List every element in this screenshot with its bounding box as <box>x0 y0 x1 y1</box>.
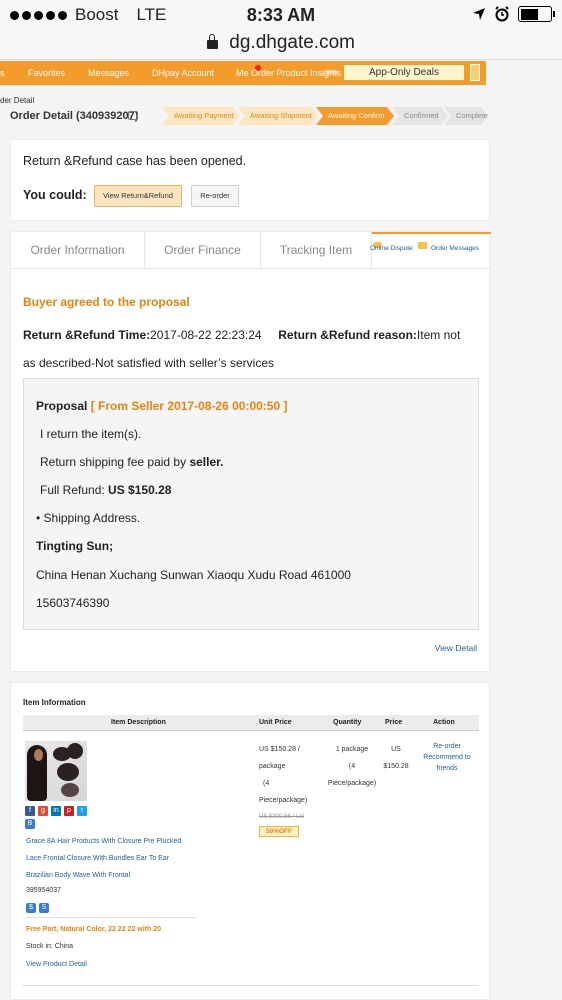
proposal-heading: Proposal [ From Seller 2017-08-26 00:00:… <box>36 399 287 413</box>
step-confirmed: Confirmed <box>392 107 448 125</box>
tab-order-information[interactable]: Order Information <box>11 232 145 269</box>
lock-icon <box>207 33 218 49</box>
page-title: Order Detail (340939207) <box>10 110 139 122</box>
quantity: 1 package (4 Piece/package) <box>327 746 377 787</box>
battery-icon <box>518 6 555 22</box>
refund-reason-value: Item not <box>416 328 461 342</box>
app-only-deals-button[interactable]: App-Only Deals <box>344 65 464 80</box>
facebook-icon[interactable]: f <box>25 806 35 816</box>
total-price: US $150.28 <box>383 746 409 770</box>
recipient-name: Tingting Sun; <box>36 539 114 553</box>
item-reorder-link[interactable]: Re-order <box>419 741 475 752</box>
nav-item-home[interactable]: s <box>0 68 5 78</box>
you-could-label: You could: <box>23 188 87 202</box>
twitter-icon[interactable]: t <box>77 806 87 816</box>
proposal-line-address-title: • Shipping Address. <box>36 511 141 525</box>
nav-item-messages[interactable]: Messages <box>88 68 129 78</box>
view-return-refund-button[interactable]: View Return&Refund <box>94 185 182 207</box>
tab-online-dispute[interactable]: Online Dispute <box>370 245 413 252</box>
refund-status: Buyer agreed to the proposal <box>23 295 190 309</box>
dollar-badge-icon: $ <box>26 903 36 913</box>
fee-payer: seller. <box>189 455 224 469</box>
location-icon <box>473 8 485 20</box>
proposal-line-shipping-fee: Return shipping fee paid by seller. <box>40 455 224 469</box>
print-icon[interactable] <box>128 111 138 120</box>
unit-price: US $150.28 / package (4 Piece/package) U… <box>259 741 307 826</box>
refund-reason-label: Return &Refund reason: <box>278 328 417 342</box>
item-actions: Re-order Recommend to friends <box>419 741 475 774</box>
item-information-card: Item Information Item Description Unit P… <box>10 682 490 1000</box>
google-plus-icon[interactable]: g <box>38 806 48 816</box>
view-product-detail-link[interactable]: View Product Detail <box>26 961 87 968</box>
status-icons <box>472 6 555 22</box>
address-bar[interactable]: dg.dhgate.com <box>0 32 562 60</box>
recipient-address: China Henan Xuchang Sunwan Xiaoqu Xudu R… <box>36 568 351 582</box>
step-awaiting-shipment: Awaiting Shipment <box>238 107 318 125</box>
case-status-card: Return &Refund case has been opened. You… <box>10 139 490 221</box>
reorder-button[interactable]: Re-order <box>191 185 239 207</box>
product-image[interactable] <box>25 741 87 801</box>
product-variant: Free Part, Natural Color, 22 22 22 with … <box>26 926 161 933</box>
stock-location: Stock in: China <box>26 943 74 950</box>
tab-order-finance[interactable]: Order Finance <box>145 232 261 269</box>
order-information-card: Order Information Order Finance Tracking… <box>10 231 491 672</box>
status-bar: Boost LTE 8:33 AM <box>0 0 562 32</box>
proposal-line-return: I return the item(s). <box>40 427 142 441</box>
nav-item-dhpay[interactable]: DHpay Account <box>152 68 214 78</box>
top-nav: s Favorites Messages DHpay Account Me Or… <box>0 61 486 85</box>
tab-dispute-messages: Online Dispute Order Messages <box>370 232 491 269</box>
step-complete: Complete <box>444 107 488 125</box>
linkedin-icon[interactable]: in <box>51 806 61 816</box>
proposal-line-refund: Full Refund: US $150.28 <box>40 483 172 497</box>
item-table-header: Item Description Unit Price Quantity Pri… <box>23 715 479 731</box>
url-text: dg.dhgate.com <box>229 32 355 53</box>
product-description-link[interactable]: Grace 8A Hair Products With Closure Pre … <box>26 833 206 884</box>
col-quantity: Quantity <box>333 719 362 726</box>
brand-badge-icon: B <box>25 819 35 829</box>
col-item-description: Item Description <box>111 719 166 726</box>
nav-more-icon[interactable] <box>470 64 480 81</box>
proposal-box: Proposal [ From Seller 2017-08-26 00:00:… <box>23 378 479 630</box>
refund-amount: US $150.28 <box>108 483 172 497</box>
col-action: Action <box>433 719 455 726</box>
item-information-title: Item Information <box>23 698 86 707</box>
nav-item-favorites[interactable]: Favorites <box>28 68 65 78</box>
tab-tracking-item[interactable]: Tracking Item <box>261 232 372 269</box>
pinterest-icon[interactable]: p <box>64 806 74 816</box>
case-message: Return &Refund case has been opened. <box>23 154 247 168</box>
refund-reason-detail: as described-Not satisfied with seller’s… <box>23 356 274 370</box>
proposal-source: [ From Seller 2017-08-26 00:00:50 ] <box>90 399 288 413</box>
refund-info: Return &Refund Time:2017-08-22 22:23:24 … <box>23 321 483 377</box>
divider <box>22 985 478 986</box>
view-detail-link[interactable]: View Detail <box>435 643 477 653</box>
order-tabs: Order Information Order Finance Tracking… <box>11 232 491 269</box>
col-price: Price <box>385 719 403 726</box>
discount-badge: 50%OFF <box>259 826 299 837</box>
tab-order-messages[interactable]: Order Messages <box>431 245 479 252</box>
beta-label: beta <box>326 70 338 76</box>
shield-badge-icon: S <box>39 903 49 913</box>
alarm-icon <box>495 6 509 22</box>
envelope-icon <box>418 242 427 249</box>
recommend-to-friends-link[interactable]: Recommend to friends <box>419 752 475 774</box>
breadcrumb[interactable]: der Detail <box>0 96 34 105</box>
divider <box>26 917 196 918</box>
product-sku: 395954037 <box>26 887 62 894</box>
original-price: US $300.56 / Lot <box>259 814 305 820</box>
step-awaiting-confirm: Awaiting Confirm <box>316 107 394 125</box>
col-unit-price: Unit Price <box>259 719 292 726</box>
refund-time-label: Return &Refund Time: <box>23 328 151 342</box>
proposal-label: Proposal <box>36 399 88 413</box>
recipient-phone: 15603746390 <box>36 596 110 610</box>
refund-time-value: 2017-08-22 22:23:24 <box>150 328 262 342</box>
step-awaiting-payment: Awaiting Payment <box>162 107 240 125</box>
